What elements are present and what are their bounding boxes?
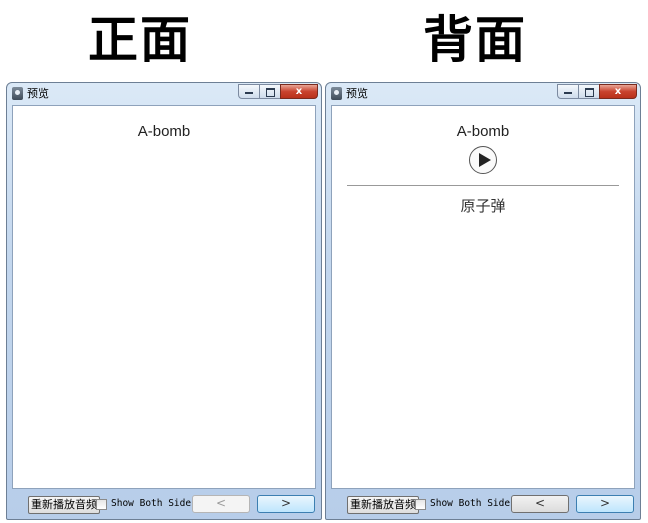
maximize-button[interactable] (578, 84, 600, 99)
app-icon (331, 87, 342, 100)
next-button[interactable]: > (576, 495, 634, 513)
replay-audio-button[interactable]: 重新播放音频 (347, 496, 419, 514)
window-title: 预览 (346, 87, 368, 100)
previous-button[interactable]: < (511, 495, 569, 513)
next-button[interactable]: > (257, 495, 315, 513)
card-content: A-bomb 原子弹 (331, 105, 635, 489)
preview-window-back: 预览 x A-bomb 原子弹 重新播放音频 Show Both Sides <… (325, 82, 641, 520)
previous-button[interactable]: < (192, 495, 250, 513)
window-title: 预览 (27, 87, 49, 100)
app-icon (12, 87, 23, 100)
preview-window-front: 预览 x A-bomb 重新播放音频 Show Both Sides < > (6, 82, 322, 520)
minimize-icon (564, 92, 572, 94)
title-bar[interactable]: 预览 x (7, 83, 321, 105)
bottom-bar: 重新播放音频 Show Both Sides < > (326, 491, 640, 519)
play-circle-icon[interactable] (469, 146, 497, 174)
close-button[interactable]: x (280, 84, 318, 99)
maximize-icon (584, 88, 594, 97)
bottom-bar: 重新播放音频 Show Both Sides < > (7, 491, 321, 519)
minimize-button[interactable] (238, 84, 260, 99)
card-answer: 原子弹 (460, 197, 506, 215)
show-both-sides-checkbox[interactable] (96, 499, 107, 510)
show-both-sides-label[interactable]: Show Both Sides (111, 498, 197, 510)
close-button[interactable]: x (599, 84, 637, 99)
answer-divider (347, 185, 619, 186)
show-both-sides-checkbox[interactable] (415, 499, 426, 510)
maximize-icon (265, 88, 275, 97)
card-content: A-bomb (12, 105, 316, 489)
front-heading: 正面 (88, 10, 192, 69)
minimize-button[interactable] (557, 84, 579, 99)
minimize-icon (245, 92, 253, 94)
maximize-button[interactable] (259, 84, 281, 99)
show-both-sides-label[interactable]: Show Both Sides (430, 498, 516, 510)
card-term: A-bomb (137, 123, 191, 140)
card-term: A-bomb (456, 123, 510, 140)
back-heading: 背面 (423, 10, 527, 69)
title-bar[interactable]: 预览 x (326, 83, 640, 105)
replay-audio-button[interactable]: 重新播放音频 (28, 496, 100, 514)
